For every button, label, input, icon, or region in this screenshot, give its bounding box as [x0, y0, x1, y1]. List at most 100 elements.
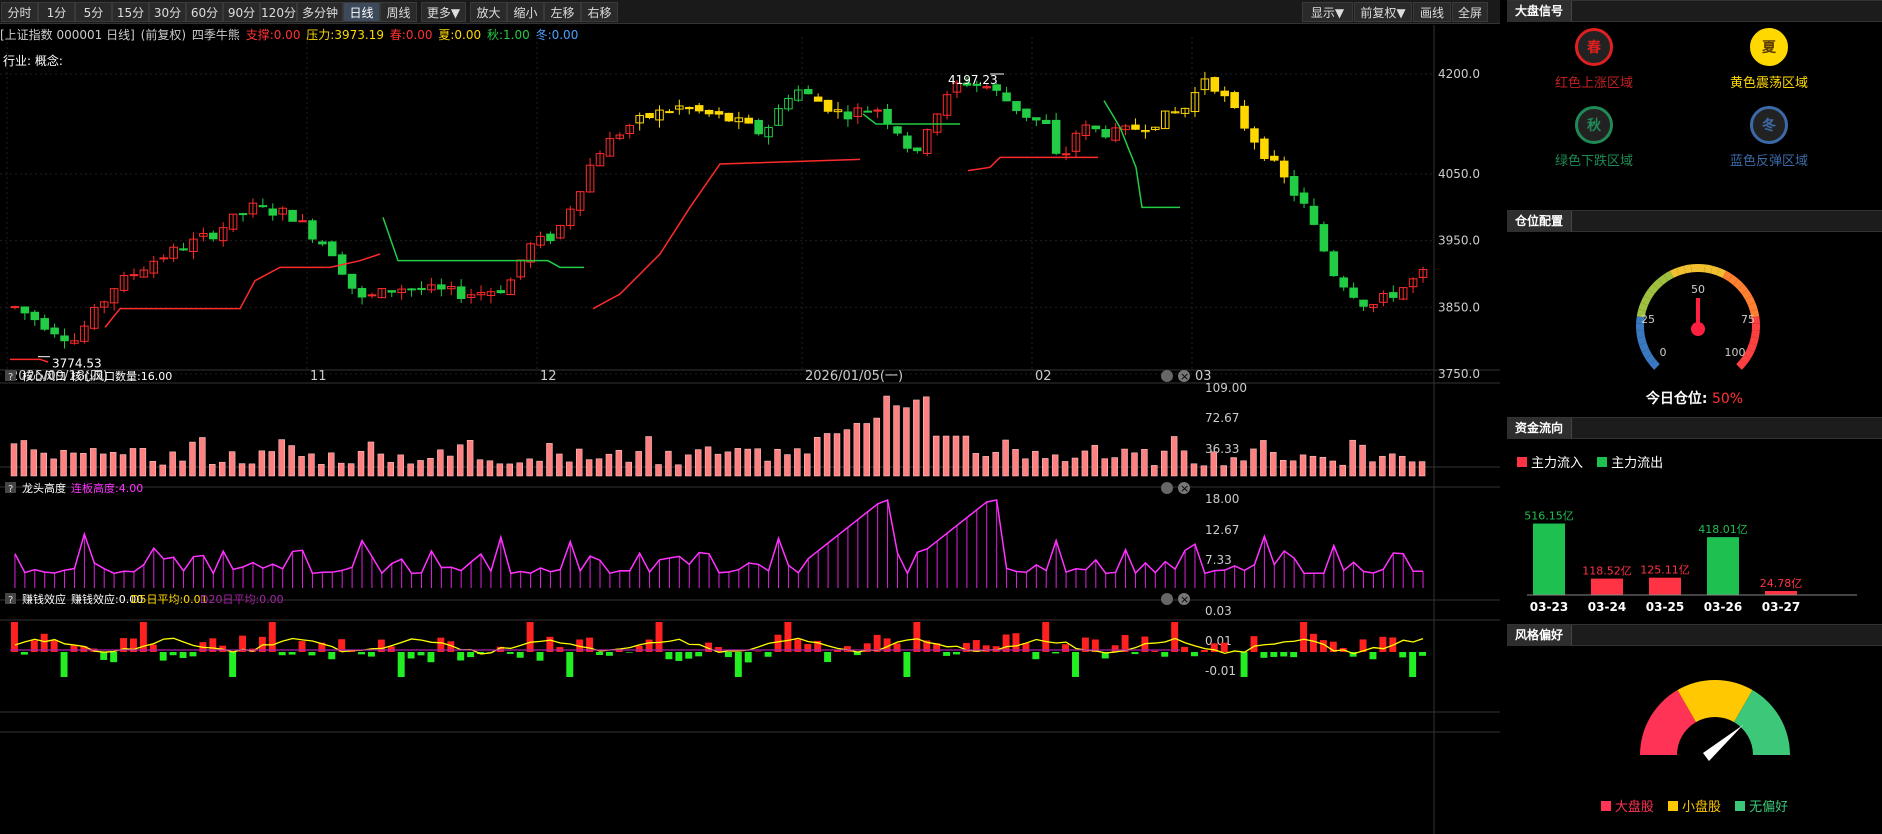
period-button-12[interactable]: 放大 [470, 2, 507, 22]
candle-body [288, 209, 297, 222]
indicator-info-bar: [上证指数 000001 日线] (前复权) 四季牛熊 支撑:0.00 压力:3… [0, 25, 1500, 45]
p3-bar [824, 652, 832, 663]
chart-area[interactable]: 4200.0 4050.0 3950.0 3850.0 3750.0 2025/09/18… [0, 25, 1500, 834]
p3-d5: D5日平均:0.01 [131, 593, 208, 606]
gauge-arc [1716, 267, 1727, 278]
p1-bar [734, 448, 742, 477]
p1-bar [337, 462, 345, 477]
position-label: 今日仓位: [1645, 391, 1708, 407]
flow-value-label: 24.78亿 [1760, 577, 1803, 590]
flow-date-label: 03-25 [1646, 600, 1684, 614]
style-gauge [1640, 680, 1790, 761]
toolbar-right-button-0[interactable]: 显示▼ [1302, 2, 1353, 22]
p3-bar [1399, 652, 1407, 658]
gauge-arc [1736, 359, 1747, 370]
p1-bar [387, 462, 395, 477]
candle-body [417, 287, 426, 291]
p3-bar [903, 652, 911, 677]
gauge-arc [1640, 295, 1651, 306]
candle-body [456, 286, 466, 299]
period-button-10[interactable]: 周线 [380, 2, 417, 22]
p2-tick: 18.00 [1205, 492, 1239, 506]
indicator-name[interactable]: 四季牛熊 [192, 28, 240, 42]
p1-bar [447, 455, 454, 477]
period-button-14[interactable]: 左移 [544, 2, 581, 22]
p1-bar [1022, 458, 1029, 477]
candle-body [357, 288, 367, 298]
period-button-15[interactable]: 右移 [581, 2, 618, 22]
gauge-arc [1747, 302, 1758, 312]
p1-bar [823, 433, 831, 477]
gauge-arc [1676, 265, 1686, 276]
flow-chart: 516.15亿 03-23 118.52亿 03-24 125.11亿 03-25 418.… [1524, 510, 1857, 614]
p1-bar [506, 463, 514, 477]
p1-bar [804, 453, 811, 477]
outflow-swatch [1597, 457, 1608, 467]
period-button-2[interactable]: 5分 [75, 2, 112, 22]
period-button-5[interactable]: 60分 [186, 2, 223, 22]
gauge-arc [1657, 274, 1669, 285]
inflow-swatch [1517, 457, 1527, 467]
candle-body [1002, 92, 1011, 102]
flow-bar [1591, 578, 1623, 595]
candle-body [684, 106, 694, 110]
p1-bar [1260, 440, 1267, 477]
period-button-3[interactable]: 15分 [112, 2, 149, 22]
pressure-value: 压力:3973.19 [306, 28, 384, 42]
candle-body [1279, 160, 1289, 178]
period-button-1[interactable]: 1分 [38, 2, 75, 22]
p1-bar [109, 452, 117, 477]
p1-bar [843, 429, 851, 477]
flow-bar [1533, 523, 1565, 595]
p2-title: 龙头高度 [22, 481, 66, 495]
p1-bar [625, 461, 632, 477]
p3-bar [70, 645, 78, 652]
toolbar-right-button-2[interactable]: 画线 [1413, 2, 1451, 22]
period-toolbar: 分时 1分 5分 15分 30分 60分 90分 120分 多分钟 日线 周线 更多▼ 放大 缩小 左移 右移… [0, 0, 1500, 24]
flow-bar [1649, 577, 1681, 595]
p3-bar [1181, 646, 1189, 652]
candle-body [20, 306, 30, 314]
candle-body [813, 96, 823, 102]
p3-bar [268, 622, 276, 652]
p3-bar [1062, 644, 1070, 652]
period-button-8[interactable]: 多分钟 [297, 2, 343, 22]
signal-2: 秋绿色下跌区域 [1509, 106, 1679, 169]
chart-canvas[interactable]: 4200.04050.03950.03850.03750.02025/09/18… [0, 25, 1500, 834]
period-button-6[interactable]: 90分 [223, 2, 260, 22]
autumn-value: 秋:1.00 [486, 28, 530, 42]
signal-0: 春红色上涨区域 [1509, 28, 1679, 91]
p1-bar [1061, 461, 1069, 477]
p1-bar [1210, 451, 1218, 477]
p1-bar [883, 395, 890, 477]
period-button-11[interactable]: 更多▼ [421, 2, 466, 22]
period-button-13[interactable]: 缩小 [507, 2, 544, 22]
p3-bar [1002, 634, 1010, 652]
inflow-legend: 主力流入 [1531, 456, 1584, 471]
period-button-4[interactable]: 30分 [149, 2, 186, 22]
gauge-arc [1704, 264, 1713, 274]
toolbar-right-button-1[interactable]: 前复权▼ [1354, 2, 1412, 22]
period-button-9[interactable]: 日线 [343, 2, 380, 22]
p1-bar [952, 435, 960, 477]
candle-body [1061, 153, 1071, 156]
p1-bar [714, 453, 722, 477]
p1-bar [218, 461, 226, 477]
signal-label: 黄色震荡区域 [1729, 76, 1808, 91]
flow-legend: 主力流入 主力流出 [1517, 452, 1663, 471]
gauge-hub [1691, 322, 1705, 336]
toolbar-right-button-3[interactable]: 全屏 [1452, 2, 1488, 22]
p1-bar [228, 451, 236, 477]
candle-body [913, 147, 922, 152]
candle-body [1389, 292, 1398, 298]
gauge-arc [1741, 289, 1753, 300]
p1-bar [1151, 465, 1158, 477]
p3-bar [1171, 622, 1179, 652]
p3-tick: 0.01 [1205, 634, 1232, 648]
period-button-7[interactable]: 120分 [260, 2, 297, 22]
period-button-0[interactable]: 分时 [1, 2, 38, 22]
settings-icon [1161, 593, 1173, 605]
p3-bar [1310, 633, 1317, 652]
signal-badge-icon: 春 [1575, 28, 1613, 66]
gauge-arc [1639, 342, 1649, 352]
